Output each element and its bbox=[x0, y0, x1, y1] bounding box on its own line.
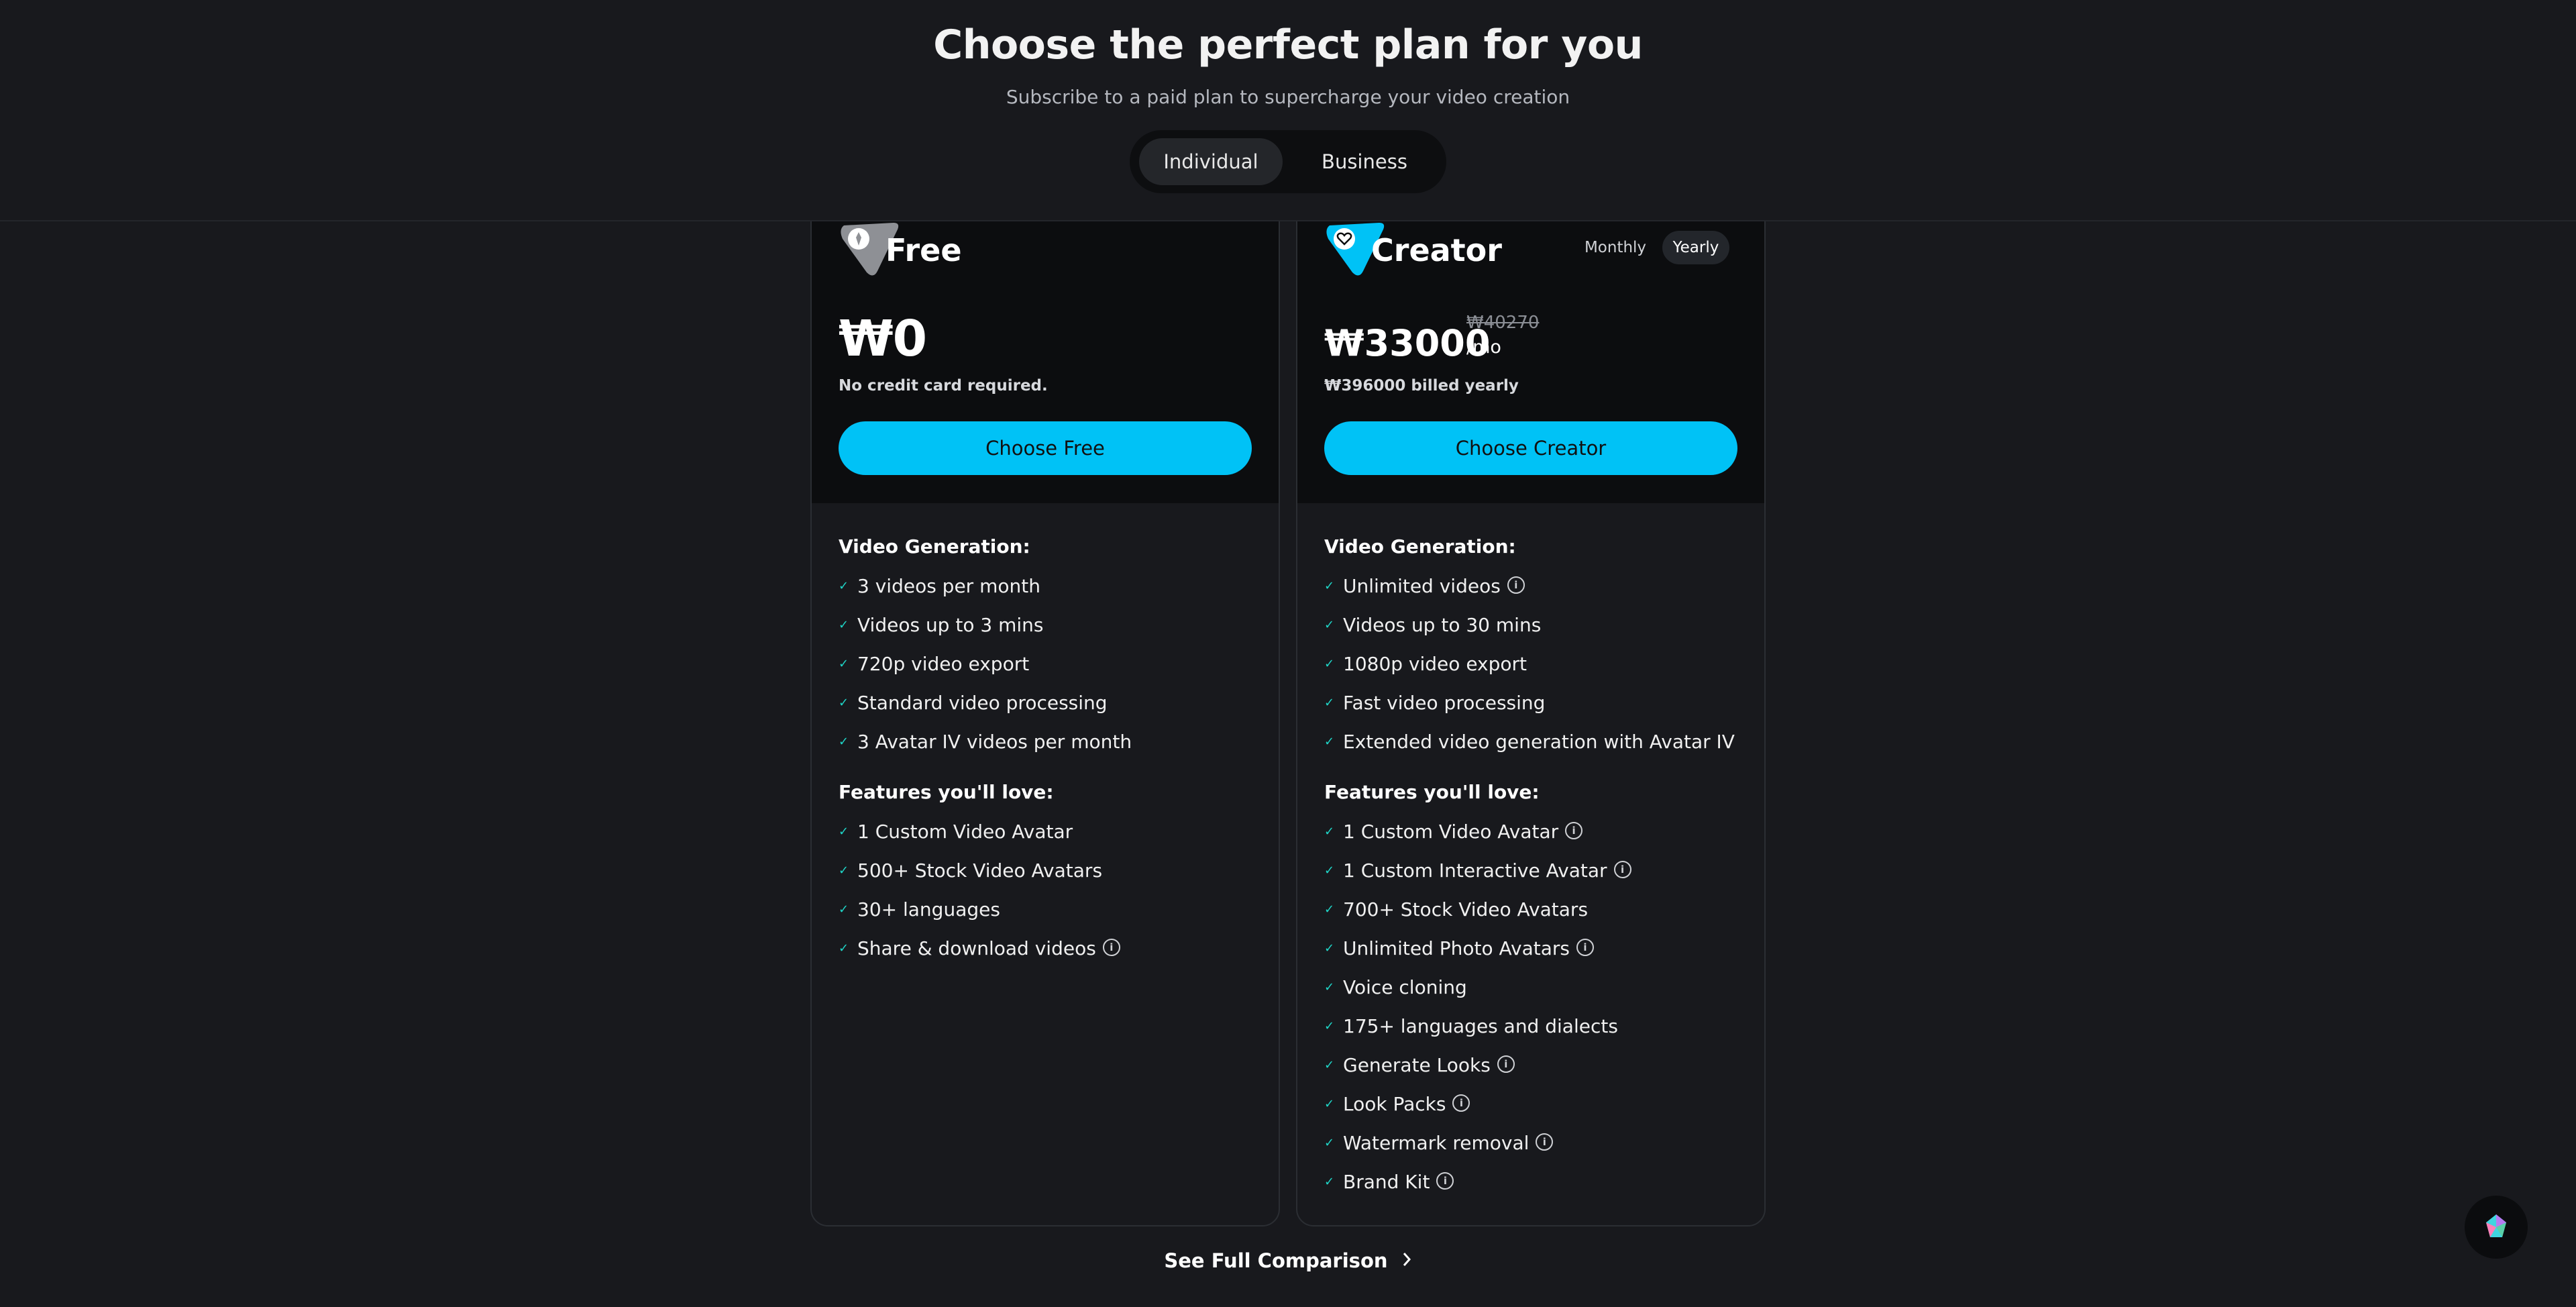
info-icon[interactable]: i bbox=[1576, 939, 1594, 956]
plan-type-toggle: Individual Business bbox=[1130, 130, 1446, 193]
page-header: Choose the perfect plan for you Subscrib… bbox=[0, 0, 2576, 221]
check-icon: ✓ bbox=[1324, 1097, 1335, 1111]
feature-item: ✓ Unlimited videos i bbox=[1324, 573, 1525, 600]
features-heading: Features you'll love: bbox=[839, 781, 1054, 803]
page-title: Choose the perfect plan for you bbox=[933, 21, 1643, 68]
feature-item: ✓ Standard video processing bbox=[839, 690, 1108, 717]
feature-item: ✓ Extended video generation with Avatar I… bbox=[1324, 729, 1735, 755]
check-icon: ✓ bbox=[1324, 825, 1335, 839]
check-icon: ✓ bbox=[1324, 864, 1335, 878]
check-icon: ✓ bbox=[1324, 941, 1335, 955]
plan-name-creator: Creator bbox=[1371, 232, 1502, 268]
feature-item: ✓ 1 Custom Interactive Avatar i bbox=[1324, 857, 1631, 884]
chevron-right-icon bbox=[1401, 1249, 1412, 1272]
plan-price-period: /mo bbox=[1466, 337, 1501, 358]
info-icon[interactable]: i bbox=[1565, 822, 1583, 839]
plan-note-creator: ₩396000 billed yearly bbox=[1324, 377, 1519, 395]
feature-item: ✓ Fast video processing bbox=[1324, 690, 1545, 717]
feature-item: ✓ Videos up to 3 mins bbox=[839, 612, 1043, 639]
info-icon[interactable]: i bbox=[1497, 1055, 1515, 1073]
info-icon[interactable]: i bbox=[1436, 1172, 1454, 1190]
check-icon: ✓ bbox=[1324, 657, 1335, 671]
check-icon: ✓ bbox=[839, 696, 849, 710]
check-icon: ✓ bbox=[839, 902, 849, 917]
feature-item: ✓ 1 Custom Video Avatar bbox=[839, 819, 1073, 845]
check-icon: ✓ bbox=[1324, 1058, 1335, 1072]
plan-note-free: No credit card required. bbox=[839, 377, 1048, 395]
video-generation-heading: Video Generation: bbox=[1324, 535, 1516, 558]
assistant-logo-icon bbox=[2486, 1214, 2506, 1237]
feature-item: ✓ 3 Avatar IV videos per month bbox=[839, 729, 1132, 755]
billing-yearly-toggle[interactable]: Yearly bbox=[1662, 231, 1729, 264]
feature-item: ✓ Videos up to 30 mins bbox=[1324, 612, 1541, 639]
feature-item: ✓ Watermark removal i bbox=[1324, 1130, 1554, 1157]
check-icon: ✓ bbox=[839, 735, 849, 749]
check-icon: ✓ bbox=[1324, 1136, 1335, 1150]
plan-card-free: Free ₩0 No credit card required. Choose … bbox=[810, 201, 1280, 1226]
feature-item: ✓ 3 videos per month bbox=[839, 573, 1040, 600]
plan-price-creator: ₩33000 bbox=[1324, 322, 1491, 364]
plan-name-free: Free bbox=[885, 232, 962, 268]
plan-card-creator-header: Creator Monthly Yearly ₩33000 ₩40270 /mo… bbox=[1297, 203, 1764, 503]
info-icon[interactable]: i bbox=[1507, 576, 1525, 594]
feature-item: ✓ Generate Looks i bbox=[1324, 1052, 1515, 1079]
check-icon: ✓ bbox=[839, 941, 849, 955]
tab-individual[interactable]: Individual bbox=[1139, 138, 1283, 185]
feature-item: ✓ Look Packs i bbox=[1324, 1091, 1470, 1118]
feature-item: ✓ 700+ Stock Video Avatars bbox=[1324, 896, 1588, 923]
info-icon[interactable]: i bbox=[1452, 1094, 1470, 1112]
billing-monthly-toggle[interactable]: Monthly bbox=[1582, 231, 1649, 264]
choose-creator-button[interactable]: Choose Creator bbox=[1324, 421, 1737, 475]
check-icon: ✓ bbox=[1324, 696, 1335, 710]
check-icon: ✓ bbox=[1324, 902, 1335, 917]
check-icon: ✓ bbox=[1324, 1175, 1335, 1189]
plan-card-creator: Creator Monthly Yearly ₩33000 ₩40270 /mo… bbox=[1296, 201, 1766, 1226]
feature-item: ✓ Voice cloning bbox=[1324, 974, 1467, 1001]
check-icon: ✓ bbox=[839, 825, 849, 839]
feature-item: ✓ 1080p video export bbox=[1324, 651, 1527, 678]
check-icon: ✓ bbox=[1324, 618, 1335, 632]
page-subtitle: Subscribe to a paid plan to supercharge … bbox=[1006, 86, 1570, 108]
feature-item: ✓ Unlimited Photo Avatars i bbox=[1324, 935, 1594, 962]
plan-price-free: ₩0 bbox=[839, 310, 927, 368]
feature-item: ✓ 1 Custom Video Avatar i bbox=[1324, 819, 1583, 845]
info-icon[interactable]: i bbox=[1102, 939, 1120, 956]
feature-item: ✓ 500+ Stock Video Avatars bbox=[839, 857, 1102, 884]
check-icon: ✓ bbox=[839, 618, 849, 632]
info-icon[interactable]: i bbox=[1613, 861, 1631, 878]
see-full-comparison-link[interactable]: See Full Comparison bbox=[1140, 1249, 1436, 1272]
feature-item: ✓ 175+ languages and dialects bbox=[1324, 1013, 1618, 1040]
plan-card-free-header: Free ₩0 No credit card required. Choose … bbox=[812, 203, 1279, 503]
plan-old-price-creator: ₩40270 bbox=[1466, 313, 1540, 333]
check-icon: ✓ bbox=[839, 579, 849, 593]
tab-business[interactable]: Business bbox=[1292, 138, 1437, 185]
choose-free-button[interactable]: Choose Free bbox=[839, 421, 1252, 475]
check-icon: ✓ bbox=[1324, 735, 1335, 749]
features-heading: Features you'll love: bbox=[1324, 781, 1540, 803]
check-icon: ✓ bbox=[839, 864, 849, 878]
check-icon: ✓ bbox=[1324, 1019, 1335, 1033]
feature-item: ✓ 720p video export bbox=[839, 651, 1029, 678]
feature-item: ✓ 30+ languages bbox=[839, 896, 1000, 923]
check-icon: ✓ bbox=[1324, 980, 1335, 994]
check-icon: ✓ bbox=[1324, 579, 1335, 593]
feature-item: ✓ Brand Kit i bbox=[1324, 1169, 1454, 1196]
info-icon[interactable]: i bbox=[1536, 1133, 1554, 1151]
feature-item: ✓ Share & download videos i bbox=[839, 935, 1120, 962]
video-generation-heading: Video Generation: bbox=[839, 535, 1030, 558]
check-icon: ✓ bbox=[839, 657, 849, 671]
chat-assistant-button[interactable] bbox=[2465, 1196, 2528, 1259]
